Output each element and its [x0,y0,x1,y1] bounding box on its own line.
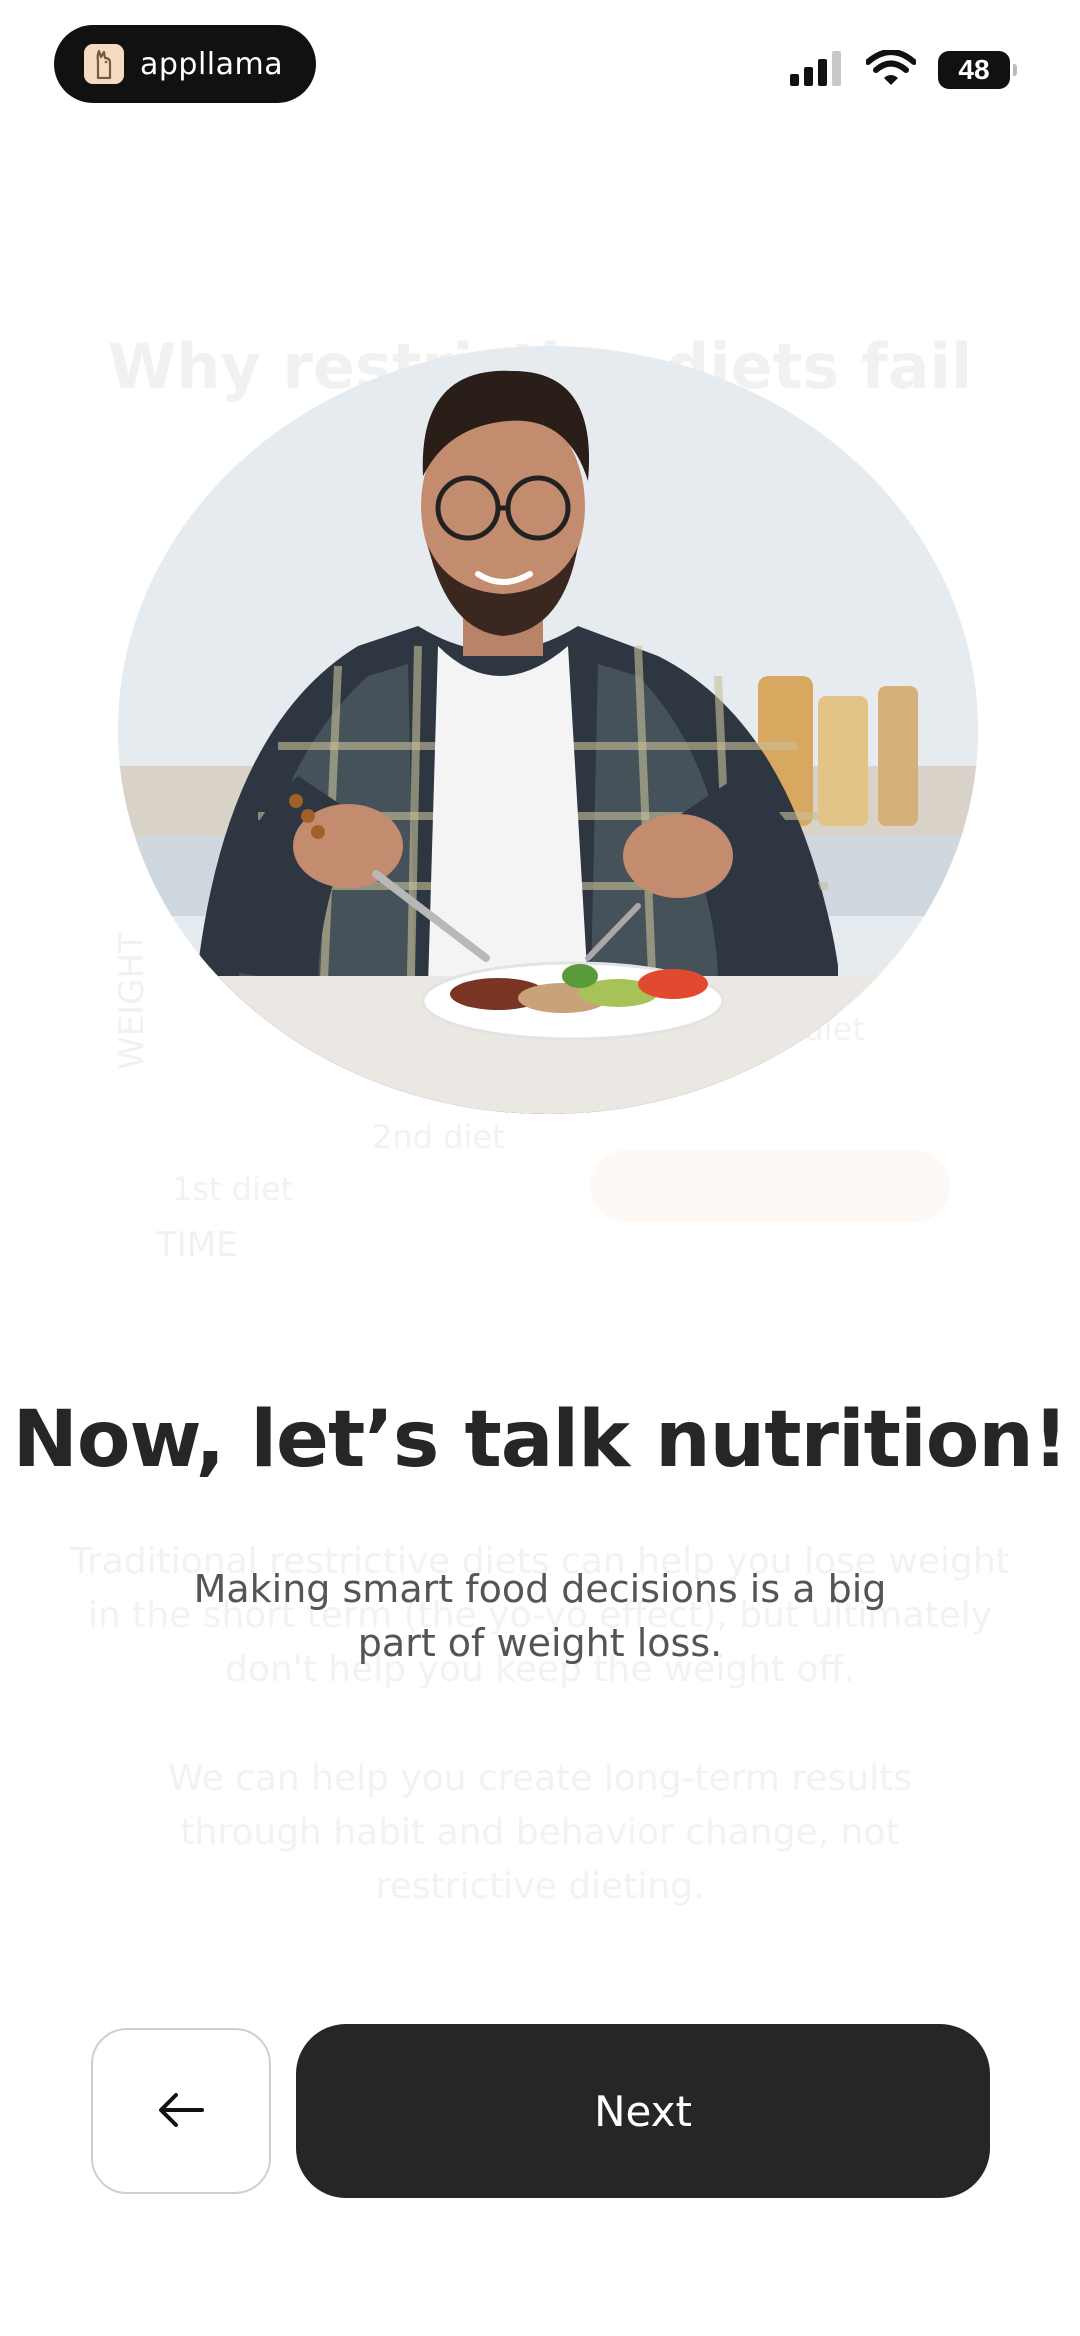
llama-logo-icon [84,44,124,84]
arrow-left-icon [158,2092,204,2131]
background-pill [590,1150,950,1222]
background-x-axis-label: TIME [156,1225,238,1265]
wifi-icon [865,49,917,90]
page-subtitle: Making smart food decisions is a big par… [193,1567,887,1665]
brand-name: appllama [140,46,284,82]
background-y-axis-label: WEIGHT [112,932,152,1070]
background-paragraph-2: We can help you create long-term results… [168,1758,912,1907]
background-first-diet-label: 1st diet [172,1170,294,1208]
cellular-signal-icon [790,50,844,90]
next-button[interactable]: Next [296,2024,990,2198]
status-indicators: 48 [790,49,1017,90]
background-second-diet-label: 2nd diet [372,1118,505,1156]
app-badge: appllama [54,25,316,103]
page-title: Now, let’s talk nutrition! [12,1395,1069,1485]
back-button[interactable] [91,2028,271,2194]
battery-icon: 48 [938,51,1017,89]
hero-image-man-eating-salad [118,346,978,1114]
